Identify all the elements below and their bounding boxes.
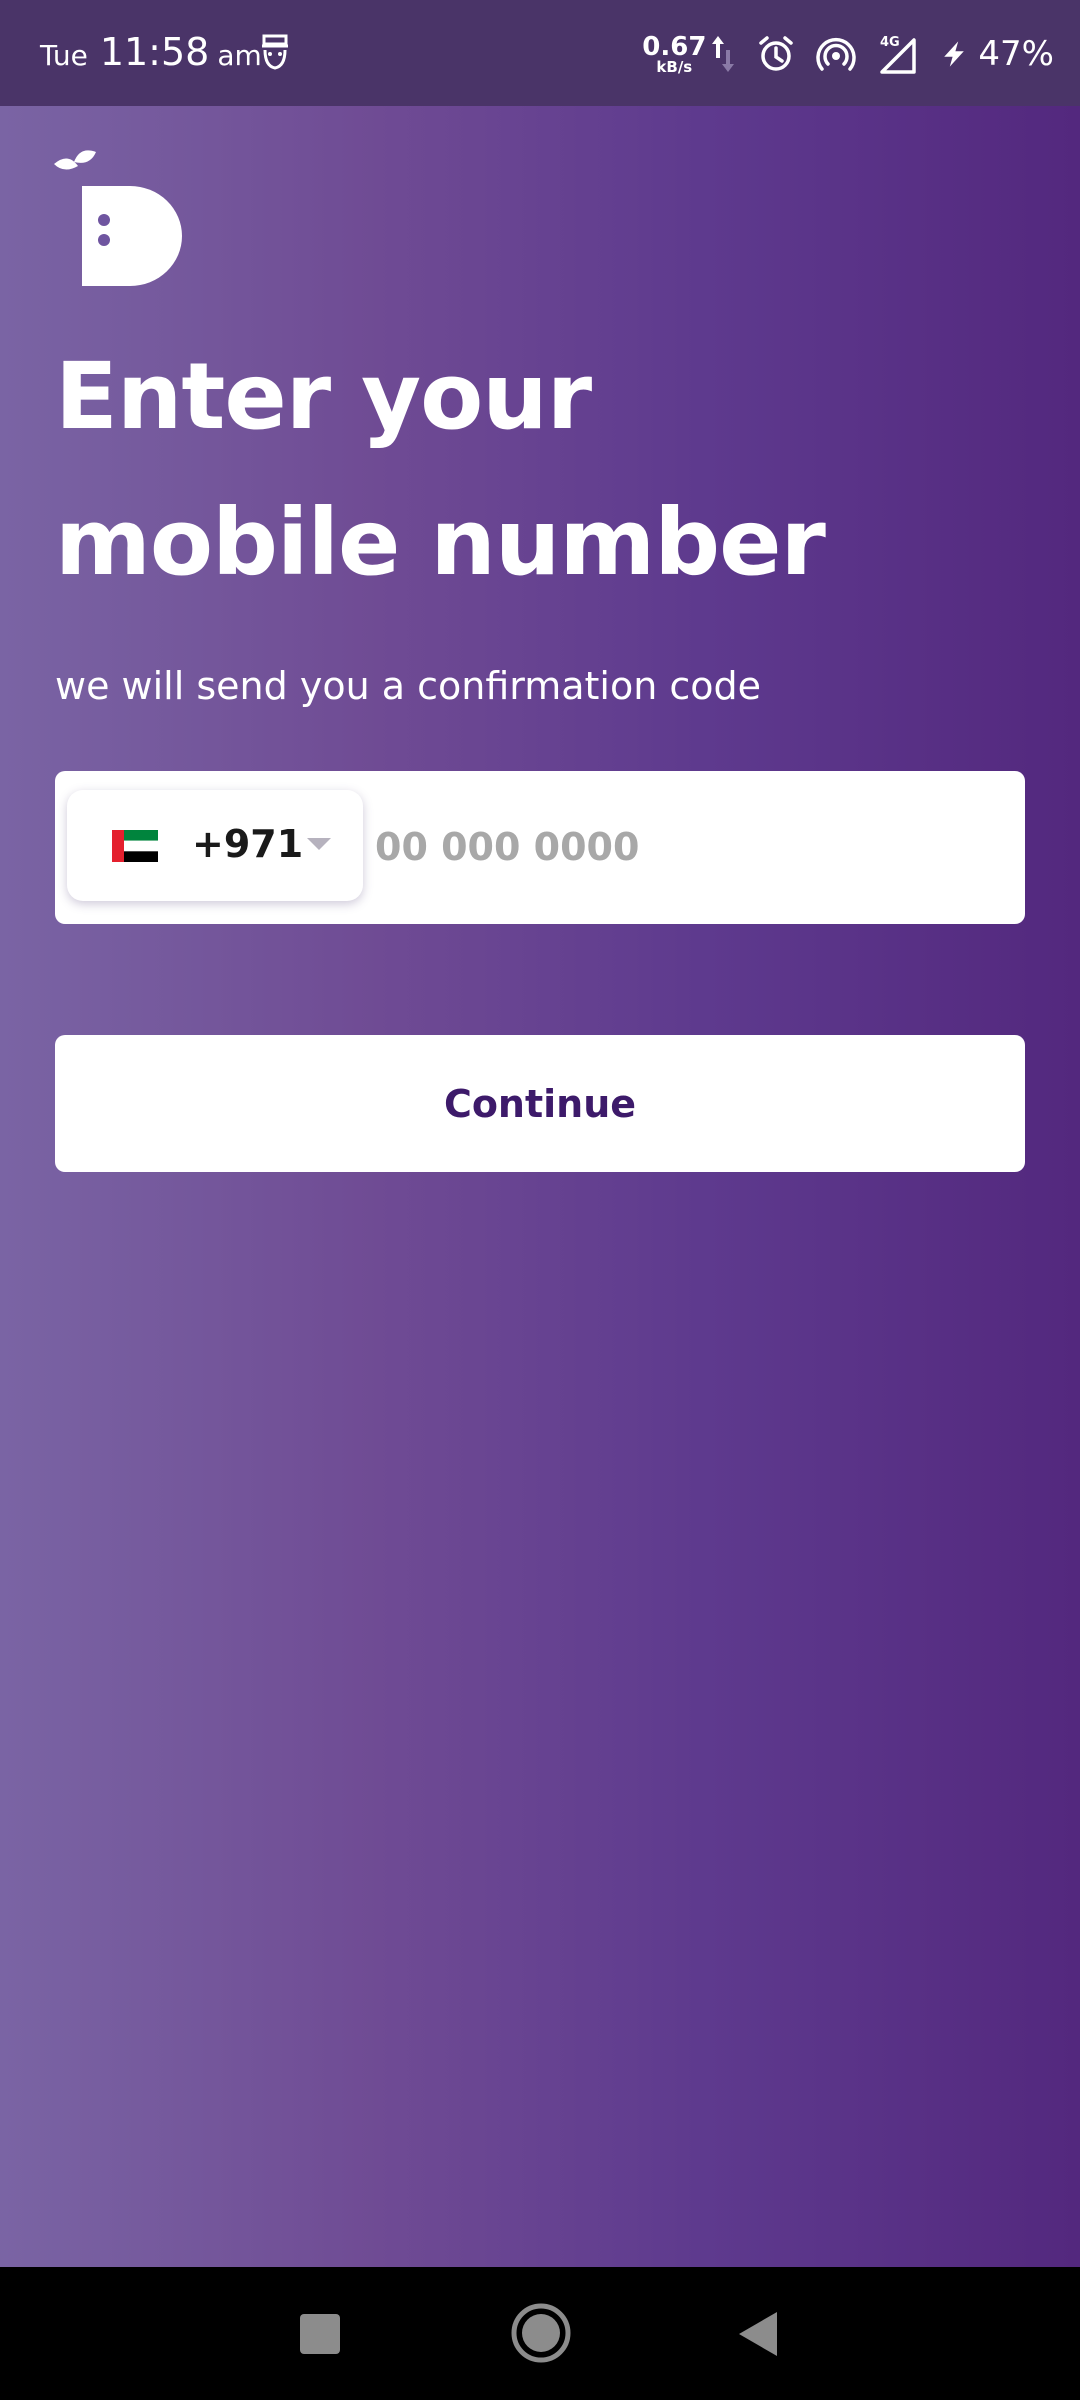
- status-day: Tue: [40, 39, 88, 72]
- battery-percent: 47%: [978, 34, 1054, 74]
- page-title-line1: Enter your: [55, 343, 592, 450]
- hotspot-icon: [816, 38, 857, 71]
- country-code-label: +971: [192, 822, 304, 866]
- network-speed-value: 0.67: [642, 31, 707, 62]
- phone-number-input[interactable]: [375, 811, 995, 883]
- network-speed: 0.67 kB/s: [642, 34, 706, 75]
- status-time-group: Tue 11:58 am: [40, 30, 262, 74]
- alarm-icon: [759, 36, 794, 71]
- page-title-line2: mobile number: [55, 489, 826, 596]
- status-time: 11:58: [99, 30, 210, 74]
- page-subtitle: we will send you a confirmation code: [55, 664, 762, 708]
- network-type: 4G: [880, 35, 900, 50]
- chevron-down-icon: [307, 838, 331, 850]
- app-logo-icon: [54, 150, 182, 286]
- continue-button[interactable]: Continue: [55, 1035, 1025, 1172]
- navigation-bar: [0, 2267, 1080, 2400]
- status-ampm: am: [217, 39, 262, 72]
- login-screen: Enter your mobile number we will send yo…: [0, 106, 1080, 2267]
- recents-icon[interactable]: [300, 2314, 340, 2354]
- privacy-icon: [262, 34, 288, 70]
- uae-flag-icon: [112, 830, 158, 862]
- data-arrows-icon: [712, 36, 735, 72]
- home-icon[interactable]: [510, 2302, 572, 2364]
- phone-number-field: +971: [55, 771, 1025, 924]
- charging-icon: [944, 41, 965, 67]
- status-indicators: 0.67 kB/s 4G 47%: [642, 26, 1054, 82]
- country-code-picker[interactable]: +971: [67, 790, 363, 901]
- signal-icon: 4G: [880, 35, 917, 74]
- back-icon[interactable]: [735, 2310, 779, 2358]
- page-title: Enter your mobile number: [55, 324, 826, 616]
- status-bar: Tue 11:58 am 0.67 kB/s 4G 47%: [0, 0, 1080, 106]
- network-speed-unit: kB/s: [656, 57, 693, 76]
